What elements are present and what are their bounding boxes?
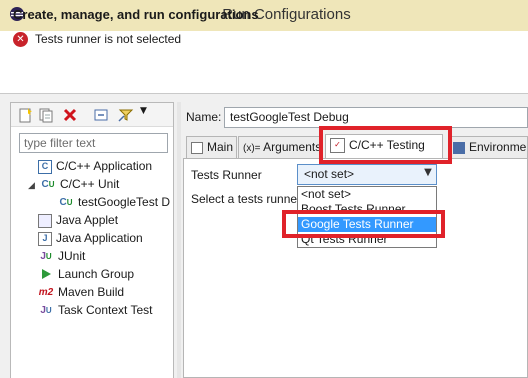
- c-application-icon: C: [38, 159, 52, 174]
- tree-item-testgoogletest[interactable]: CU testGoogleTest D: [58, 193, 170, 211]
- header-divider: [0, 93, 528, 94]
- tab-environment[interactable]: Environment: [448, 136, 528, 158]
- name-label: Name:: [186, 110, 222, 124]
- collapse-all-icon[interactable]: [93, 107, 109, 123]
- c-unit-test-icon: CU: [59, 196, 73, 208]
- tree-item-java-application[interactable]: J Java Application: [38, 229, 143, 247]
- tree-item-maven-build[interactable]: m2 Maven Build: [38, 283, 124, 301]
- dialog-title: Create, manage, and run configurations: [13, 7, 259, 22]
- java-applet-icon: [38, 213, 52, 228]
- name-field[interactable]: testGoogleTest Debug: [224, 107, 528, 128]
- filter-icon[interactable]: [118, 107, 134, 123]
- tests-runner-label: Tests Runner: [191, 168, 262, 182]
- tree-item-launch-group[interactable]: Launch Group: [38, 265, 134, 283]
- filter-input[interactable]: [19, 133, 168, 153]
- tree-toolbar: [11, 103, 173, 127]
- tests-runner-select[interactable]: <not set>: [297, 164, 437, 185]
- junit-icon: JU: [40, 250, 52, 262]
- main-tab-icon: [191, 141, 203, 154]
- c-unit-icon: CU: [41, 178, 55, 190]
- highlight-box-testing-tab: [319, 126, 452, 164]
- arguments-icon: (x)=: [243, 143, 261, 154]
- tab-main[interactable]: Main: [186, 136, 237, 158]
- error-message: Tests runner is not selected: [35, 32, 182, 46]
- tests-runner-description: Select a tests runner...: [191, 192, 311, 206]
- error-icon: ✕: [13, 32, 28, 47]
- duplicate-icon[interactable]: [38, 107, 54, 123]
- tree-item-junit[interactable]: JU JUnit: [38, 247, 85, 265]
- tree-item-task-context-test[interactable]: JU Task Context Test: [38, 301, 152, 319]
- maven-icon: m2: [38, 286, 54, 298]
- chevron-down-icon[interactable]: ◢: [28, 176, 40, 194]
- tree-item-c-unit[interactable]: ◢ CU C/C++ Unit: [28, 175, 119, 193]
- new-config-icon[interactable]: [17, 107, 33, 123]
- dropdown-arrow-icon[interactable]: ▼: [140, 106, 147, 116]
- highlight-box-google-runner: [282, 210, 445, 238]
- java-application-icon: J: [38, 231, 52, 246]
- tab-arguments[interactable]: (x)= Arguments: [238, 136, 320, 158]
- chevron-down-icon[interactable]: ▼: [422, 166, 434, 180]
- environment-icon: [453, 141, 465, 154]
- dropdown-option-not-set[interactable]: <not set>: [298, 187, 436, 202]
- launch-group-icon: [38, 267, 54, 283]
- task-context-icon: JU: [40, 304, 52, 316]
- delete-icon[interactable]: [62, 107, 78, 123]
- tree-item-c-application[interactable]: C C/C++ Application: [38, 157, 152, 175]
- tree-item-java-applet[interactable]: Java Applet: [38, 211, 118, 229]
